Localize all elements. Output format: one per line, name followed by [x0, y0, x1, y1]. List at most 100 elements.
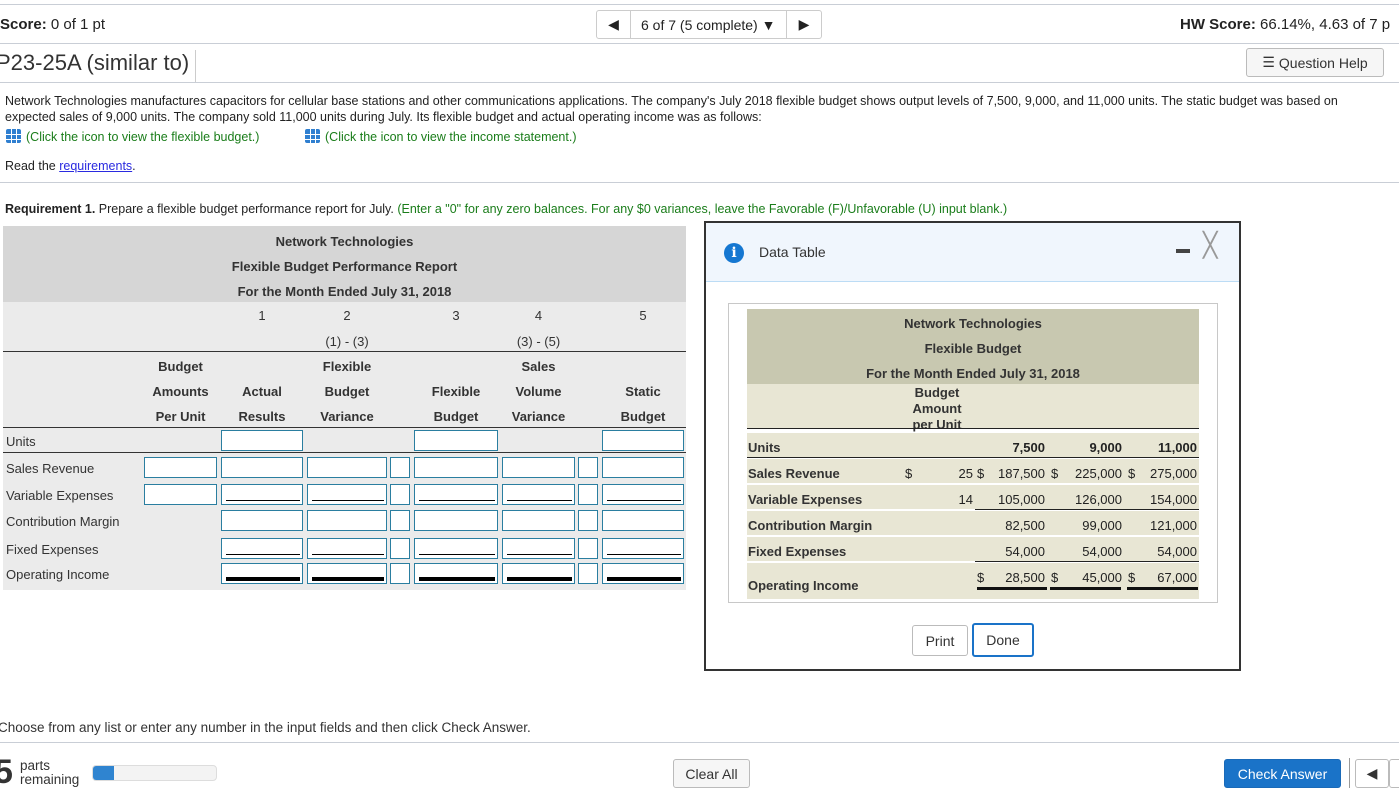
column-number: 1	[258, 308, 266, 323]
column-number: 3	[452, 308, 460, 323]
amount-input[interactable]	[602, 484, 684, 505]
amount-input[interactable]	[602, 457, 684, 478]
prev-part-button[interactable]: ◀	[1355, 759, 1389, 788]
value-11000: 154,000	[1150, 492, 1197, 507]
table-icon[interactable]	[305, 129, 320, 143]
amount-input[interactable]	[307, 538, 387, 559]
column-header: Variance	[511, 409, 566, 424]
column-header: Per Unit	[155, 409, 206, 424]
amount-input[interactable]	[221, 563, 303, 584]
row-label: Units	[748, 440, 781, 455]
check-answer-button[interactable]: Check Answer	[1224, 759, 1341, 788]
amount-input[interactable]	[221, 510, 303, 531]
close-icon[interactable]: ╳	[1203, 231, 1217, 260]
favorable-unfavorable-input[interactable]	[578, 484, 598, 505]
income-statement-link[interactable]: (Click the icon to view the income state…	[305, 129, 577, 144]
amount-input[interactable]	[502, 538, 575, 559]
column-number: 4	[534, 308, 543, 323]
score: Score: 0 of 1 pt	[0, 16, 105, 33]
amount-input[interactable]	[414, 538, 498, 559]
next-part-button[interactable]	[1389, 759, 1399, 788]
amount-input[interactable]	[414, 510, 498, 531]
favorable-unfavorable-input[interactable]	[578, 510, 598, 531]
amount-input[interactable]	[414, 457, 498, 478]
info-icon: i	[724, 243, 744, 263]
requirements-link[interactable]: requirements	[59, 159, 132, 173]
value-11000: 11,000	[1157, 440, 1197, 455]
value-9000: 126,000	[1075, 492, 1122, 507]
table-icon[interactable]	[6, 129, 21, 143]
favorable-unfavorable-input[interactable]	[578, 457, 598, 478]
col-header-line: Budget	[914, 385, 960, 400]
problem-line-2: expected sales of 9,000 units. The compa…	[5, 110, 762, 124]
clear-all-label: Clear All	[685, 765, 738, 782]
done-label: Done	[986, 632, 1020, 648]
amount-input[interactable]	[502, 484, 575, 505]
hw-score-label: HW Score:	[1180, 16, 1256, 33]
requirement-body: Prepare a flexible budget performance re…	[95, 202, 394, 216]
print-button[interactable]: Print	[912, 625, 968, 656]
amount-input[interactable]	[414, 430, 498, 451]
amount-input[interactable]	[602, 510, 684, 531]
question-help-button[interactable]: ☰ Question Help	[1246, 48, 1384, 77]
amount-input[interactable]	[602, 430, 684, 451]
dollar-sign: $	[977, 570, 985, 585]
table-row: Fixed Expenses 54,000 54,000 54,000	[747, 537, 1199, 561]
favorable-unfavorable-input[interactable]	[390, 563, 410, 584]
row-label: Sales Revenue	[748, 466, 840, 481]
value-11000: 54,000	[1157, 544, 1197, 559]
amount-input[interactable]	[307, 457, 387, 478]
done-button[interactable]: Done	[972, 623, 1034, 657]
row-label: Variable Expenses	[748, 492, 863, 507]
triangle-right-icon: ▶	[798, 16, 810, 32]
table-title-period: For the Month Ended July 31, 2018	[866, 366, 1080, 381]
flexible-budget-link[interactable]: (Click the icon to view the flexible bud…	[6, 129, 259, 144]
table-row: Operating Income $ 28,500 $ 45,000 $ 67,…	[747, 563, 1199, 599]
amount-input[interactable]	[221, 538, 303, 559]
amount-input[interactable]	[502, 510, 575, 531]
col-header-line: Amount	[912, 401, 962, 416]
column-header: Results	[238, 409, 286, 424]
amount-input[interactable]	[221, 457, 303, 478]
amount-input[interactable]	[602, 563, 684, 584]
favorable-unfavorable-input[interactable]	[390, 484, 410, 505]
amount-input[interactable]	[221, 430, 303, 451]
table-title-name: Flexible Budget	[924, 341, 1022, 356]
prev-question-button[interactable]: ◀	[597, 11, 631, 38]
report-title-2: Flexible Budget Performance Report	[231, 259, 458, 274]
amount-input[interactable]	[414, 484, 498, 505]
amount-input[interactable]	[307, 563, 387, 584]
favorable-unfavorable-input[interactable]	[390, 510, 410, 531]
column-header: Actual	[242, 384, 282, 399]
favorable-unfavorable-input[interactable]	[390, 538, 410, 559]
amount-input[interactable]	[502, 563, 575, 584]
column-number: 2	[343, 308, 351, 323]
hw-score: HW Score: 66.14%, 4.63 of 7 p	[1180, 16, 1390, 33]
column-formula: (1) - (3)	[325, 334, 369, 349]
clear-all-button[interactable]: Clear All	[673, 759, 750, 788]
question-select[interactable]: 6 of 7 (5 complete) ▼	[631, 11, 787, 38]
table-row: Contribution Margin 82,500 99,000 121,00…	[747, 511, 1199, 535]
report-title-3: For the Month Ended July 31, 2018	[237, 284, 452, 299]
flexible-budget-link-text: (Click the icon to view the flexible bud…	[26, 130, 260, 144]
amount-input[interactable]	[144, 484, 217, 505]
favorable-unfavorable-input[interactable]	[390, 457, 410, 478]
row-label: Variable Expenses	[6, 488, 114, 503]
check-answer-label: Check Answer	[1237, 765, 1328, 782]
units-rule	[3, 452, 686, 453]
minimize-icon[interactable]	[1176, 249, 1190, 253]
per-unit-value: 25	[958, 466, 973, 481]
flexible-budget-table: Network Technologies Flexible Budget For…	[728, 303, 1218, 603]
favorable-unfavorable-input[interactable]	[578, 563, 598, 584]
amount-input[interactable]	[307, 510, 387, 531]
value-11000: 67,000	[1157, 570, 1197, 585]
column-header: Budget	[620, 409, 666, 424]
amount-input[interactable]	[221, 484, 303, 505]
amount-input[interactable]	[307, 484, 387, 505]
amount-input[interactable]	[602, 538, 684, 559]
favorable-unfavorable-input[interactable]	[578, 538, 598, 559]
amount-input[interactable]	[502, 457, 575, 478]
next-question-button[interactable]: ▶	[787, 11, 821, 38]
amount-input[interactable]	[144, 457, 217, 478]
amount-input[interactable]	[414, 563, 498, 584]
